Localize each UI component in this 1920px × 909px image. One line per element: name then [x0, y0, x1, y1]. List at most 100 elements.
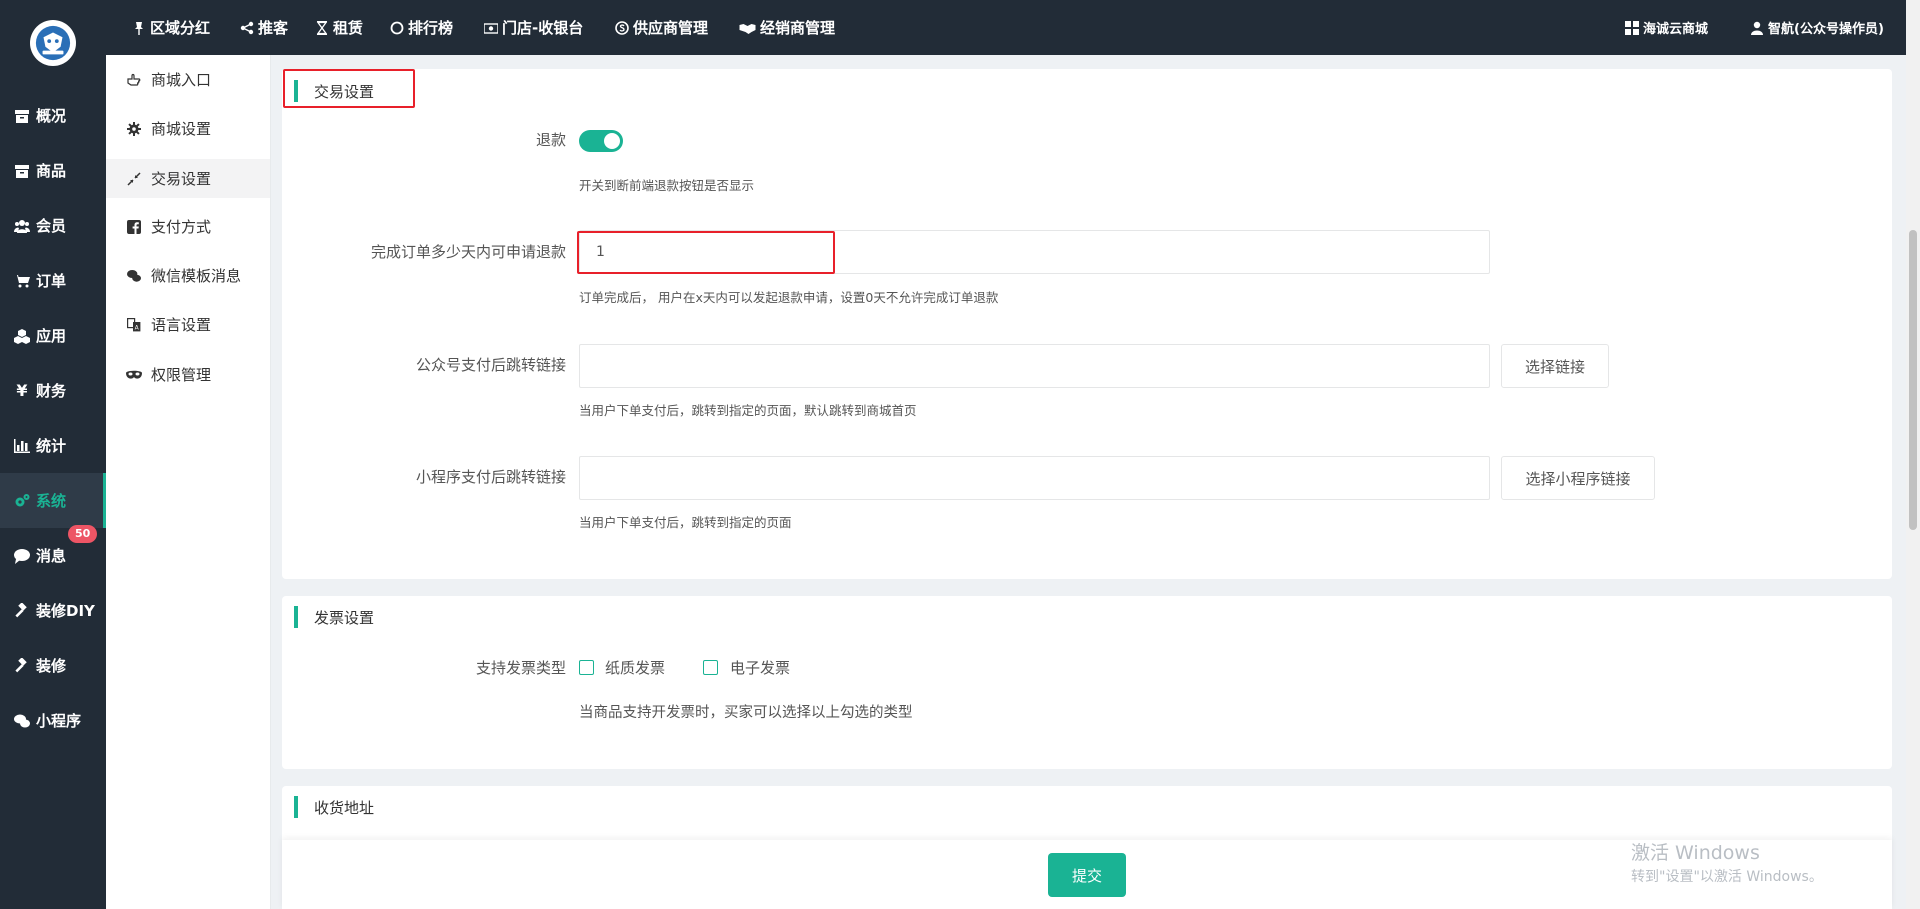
top-nav-promoter[interactable]: 推客 [240, 0, 288, 55]
sidebar-item-label: 小程序 [36, 712, 82, 730]
archive-icon [12, 108, 32, 124]
top-navbar: 区域分红 推客 租赁 排行榜 门店-收银台 供应商管理 经销商管理 海诚云商城 … [106, 0, 1920, 55]
yen-icon: ¥ [16, 381, 28, 400]
mp-link-input[interactable] [579, 344, 1490, 388]
gear-icon [126, 121, 142, 137]
mini-link-input[interactable] [579, 456, 1490, 500]
box-icon [12, 163, 32, 179]
electronic-invoice-checkbox[interactable] [703, 660, 718, 675]
top-nav-label: 租赁 [333, 19, 364, 37]
refund-label-wrap: 退款 [282, 129, 566, 151]
skype-icon [615, 20, 629, 35]
top-nav-store-cashier[interactable]: 门店-收银台 [484, 0, 583, 55]
sidebar-item-decor-diy[interactable]: 装修DIY [0, 583, 106, 638]
sidebar-item-decor[interactable]: 装修 [0, 638, 106, 693]
refund-toggle[interactable] [579, 130, 623, 152]
pin-icon [135, 21, 143, 35]
facebook-square-icon [126, 219, 142, 235]
days-label-wrap: 完成订单多少天内可申请退款 [282, 241, 566, 263]
scrollbar-thumb[interactable] [1909, 230, 1917, 530]
subnav-item-permissions[interactable]: 权限管理 [106, 355, 270, 394]
wechat-icon [12, 713, 32, 729]
sidebar-item-goods[interactable]: 商品 [0, 143, 106, 198]
mp-link-label: 公众号支付后跳转链接 [415, 356, 566, 374]
top-nav-label: 区域分红 [150, 19, 211, 37]
gears-icon [12, 493, 32, 509]
sidebar-item-label: 装修 [36, 657, 67, 675]
paper-invoice-checkbox[interactable] [579, 660, 594, 675]
bar-chart-icon [12, 438, 32, 454]
refund-days-help: 订单完成后， 用户在x天内可以发起退款申请，设置0天不允许完成订单退款 [579, 290, 999, 305]
user-icon [1751, 21, 1763, 35]
top-nav-label: 推客 [258, 19, 289, 37]
hand-pointer-icon [126, 72, 142, 88]
sidebar-item-label: 统计 [36, 437, 67, 455]
money-icon [484, 22, 498, 34]
subnav-item-shop-settings[interactable]: 商城设置 [106, 109, 270, 148]
sidebar-item-label: 会员 [36, 217, 67, 235]
subnav-item-label: 商城设置 [151, 120, 212, 138]
shop-switcher[interactable]: 海诚云商城 [1625, 0, 1708, 55]
subnav-item-language[interactable]: A 语言设置 [106, 305, 270, 344]
handshake-icon [739, 23, 756, 34]
sidebar-item-messages[interactable]: 消息 50 [0, 525, 106, 583]
sidebar-item-label: 财务 [36, 382, 67, 400]
subnav-item-trade-settings[interactable]: 交易设置 [106, 159, 270, 198]
sidebar-item-system[interactable]: 系统 [0, 473, 106, 528]
sidebar-item-overview[interactable]: 概况 [0, 88, 106, 143]
page-scrollbar[interactable] [1906, 0, 1920, 909]
sidebar-item-label: 应用 [36, 327, 67, 345]
subnav-item-label: 语言设置 [151, 316, 212, 334]
windows-activation-watermark: 激活 Windows [1631, 842, 1760, 864]
top-nav-dealer[interactable]: 经销商管理 [739, 0, 835, 55]
wechat-icon [126, 268, 142, 284]
sidebar-item-label: 概况 [36, 107, 67, 125]
user-name: 智航(公众号操作员) [1768, 22, 1884, 37]
sidebar-item-members[interactable]: 会员 [0, 198, 106, 253]
refund-days-label: 完成订单多少天内可申请退款 [370, 243, 566, 261]
top-nav-label: 排行榜 [408, 19, 454, 37]
mini-link-help: 当用户下单支付后，跳转到指定的页面 [579, 515, 792, 530]
top-nav-label: 供应商管理 [633, 19, 709, 37]
subnav-item-shop-entry[interactable]: 商城入口 [106, 60, 270, 99]
top-nav-supplier[interactable]: 供应商管理 [615, 0, 708, 55]
logo-icon [35, 25, 71, 61]
comment-icon [12, 548, 32, 564]
invoice-type-label: 支持发票类型 [475, 659, 566, 677]
users-icon [12, 218, 32, 234]
subnav-item-payment-methods[interactable]: 支付方式 [106, 207, 270, 246]
translate-icon: A [126, 317, 142, 333]
invoice-type-label-wrap: 支持发票类型 [282, 657, 566, 679]
mp-link-label-wrap: 公众号支付后跳转链接 [282, 354, 566, 376]
subnav-item-label: 交易设置 [151, 170, 212, 188]
settings-subnav: 商城入口 商城设置 交易设置 支付方式 微信模板消息 A 语言设置 权限管理 [106, 55, 271, 909]
user-menu[interactable]: 智航(公众号操作员) [1750, 0, 1884, 55]
paper-invoice-label: 纸质发票 [605, 659, 666, 677]
subnav-item-label: 权限管理 [151, 366, 212, 384]
sidebar-item-stats[interactable]: 统计 [0, 418, 106, 473]
top-nav-ranking[interactable]: 排行榜 [390, 0, 453, 55]
sidebar-item-finance[interactable]: ¥ 财务 [0, 363, 106, 418]
refund-days-input[interactable]: 1 [579, 230, 1490, 274]
grid-icon [1625, 20, 1639, 35]
electronic-invoice-label: 电子发票 [730, 659, 791, 677]
hourglass-icon [316, 20, 328, 35]
main-sidebar: 概况 商品 会员 订单 应用 ¥ 财务 统计 系统 消息 50 装修DIY 装修 [0, 0, 106, 909]
windows-activation-hint: 转到"设置"以激活 Windows。 [1631, 869, 1823, 885]
mask-icon [126, 367, 142, 383]
top-nav-regional-dividend[interactable]: 区域分红 [132, 0, 210, 55]
select-miniprogram-link-button[interactable]: 选择小程序链接 [1501, 456, 1655, 500]
sidebar-item-miniprogram[interactable]: 小程序 [0, 693, 106, 748]
refund-label: 退款 [535, 131, 566, 149]
sidebar-item-orders[interactable]: 订单 [0, 253, 106, 308]
select-link-button[interactable]: 选择链接 [1501, 344, 1609, 388]
brand-logo[interactable] [30, 20, 76, 66]
subnav-item-label: 微信模板消息 [151, 267, 242, 285]
subnav-item-wechat-template[interactable]: 微信模板消息 [106, 256, 270, 295]
top-nav-lease[interactable]: 租赁 [315, 0, 363, 55]
mp-link-help: 当用户下单支付后，跳转到指定的页面，默认跳转到商城首页 [579, 403, 917, 418]
section-title: 收货地址 [294, 796, 374, 818]
sidebar-item-apps[interactable]: 应用 [0, 308, 106, 363]
top-nav-label: 经销商管理 [760, 19, 836, 37]
submit-button[interactable]: 提交 [1048, 853, 1126, 897]
